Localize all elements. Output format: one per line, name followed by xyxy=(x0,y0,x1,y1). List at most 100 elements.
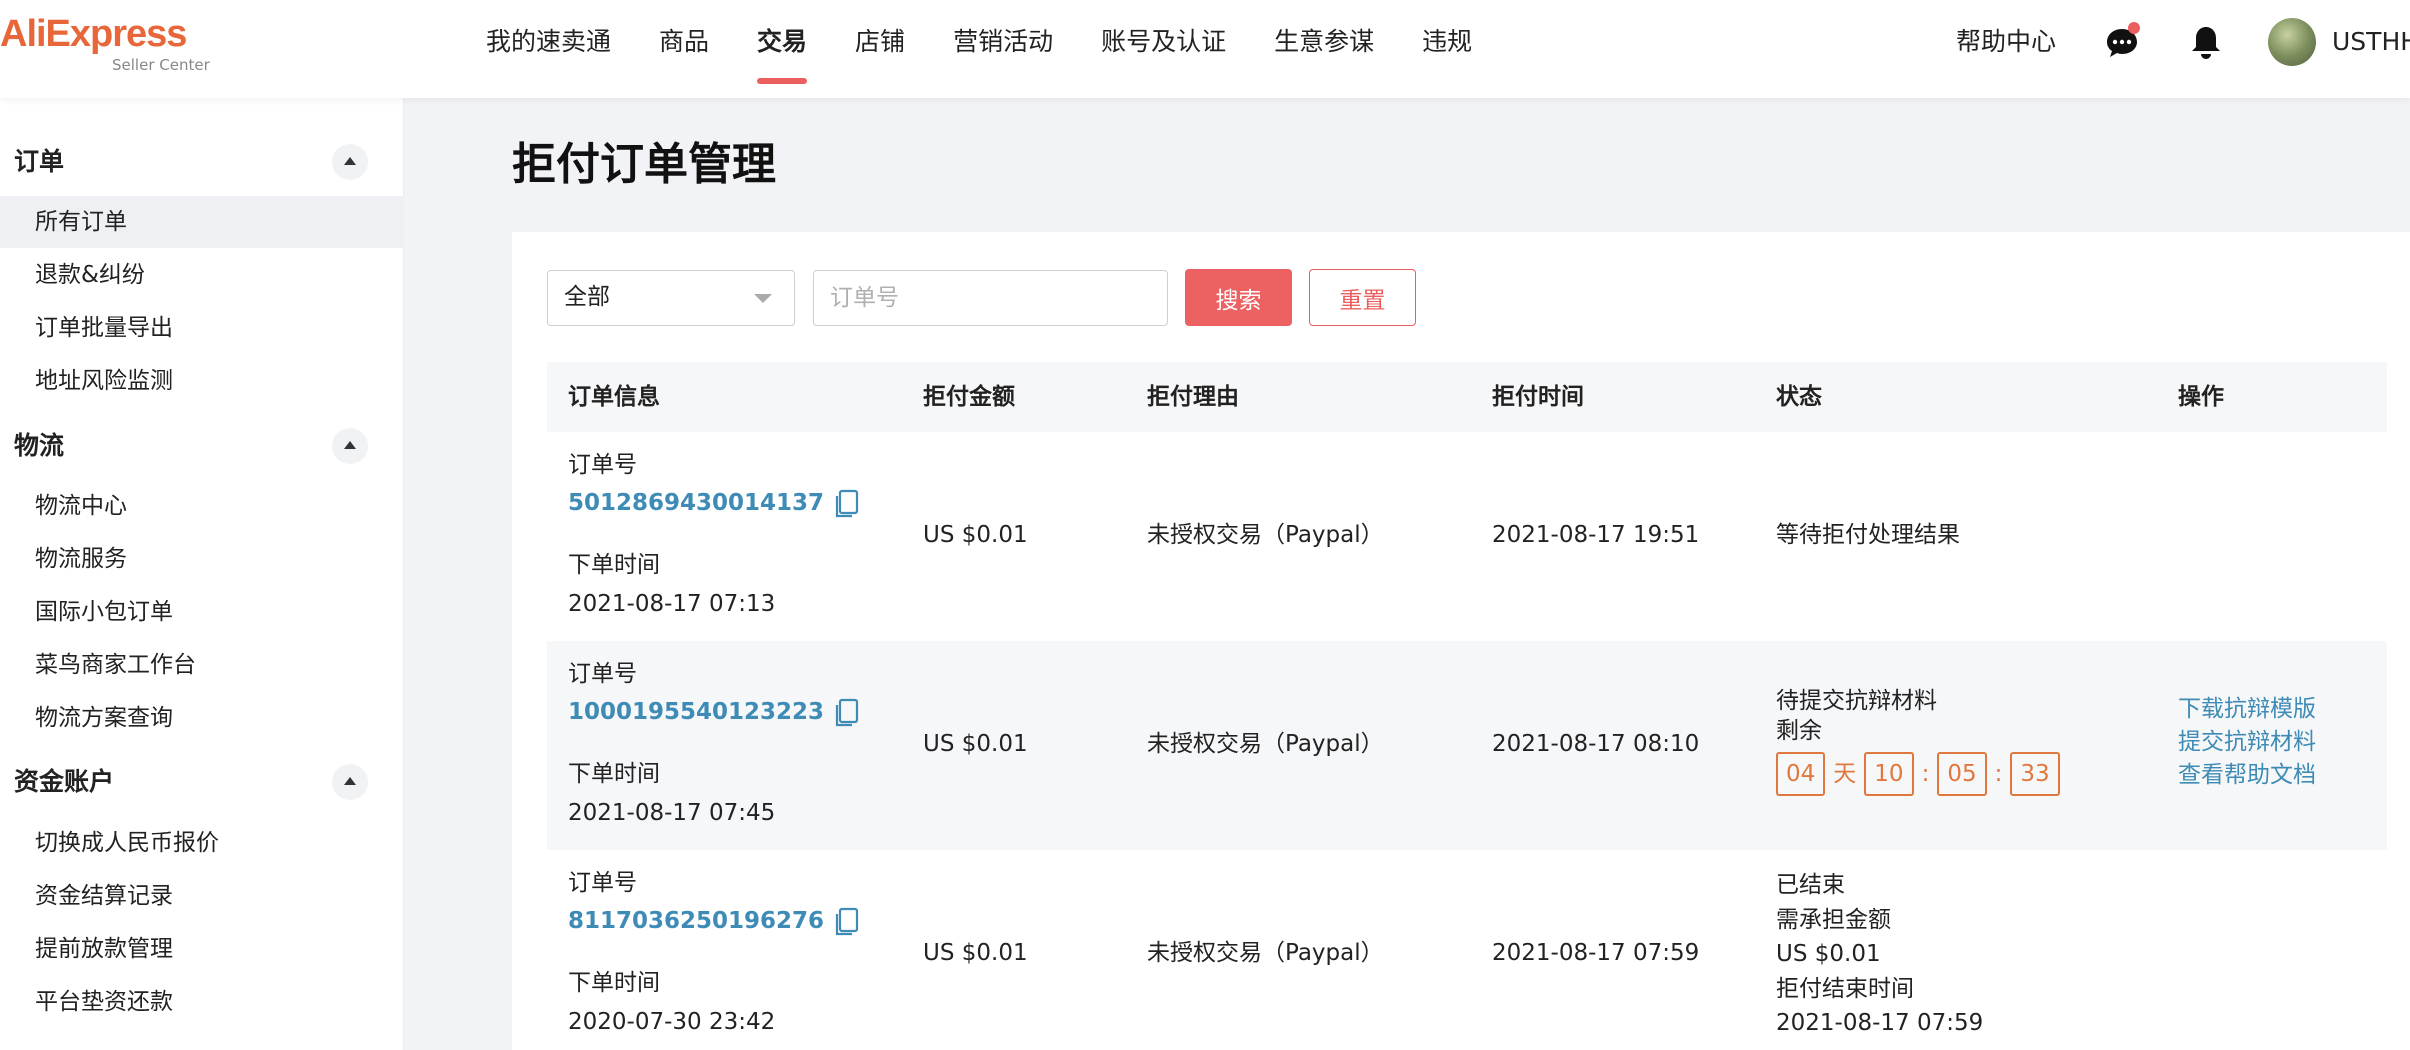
order-number-input[interactable] xyxy=(813,270,1168,326)
chargeback-amount: US $0.01 xyxy=(923,522,1028,548)
sidebar-item-all-orders[interactable]: 所有订单 xyxy=(0,196,404,248)
order-label: 订单号 xyxy=(568,452,637,478)
chargeback-amount: US $0.01 xyxy=(923,940,1028,966)
sidebar-item-logistics-services[interactable]: 物流服务 xyxy=(0,533,404,585)
nav-item-my-aliexpress[interactable]: 我的速卖通 xyxy=(486,0,611,98)
nav-item-violations[interactable]: 违规 xyxy=(1422,0,1472,98)
countdown-separator: : xyxy=(1994,761,2003,787)
page-title: 拒付订单管理 xyxy=(512,139,776,190)
order-number-cell: 8117036250196276 xyxy=(568,906,860,937)
chargeback-time: 2021-08-17 07:59 xyxy=(1492,940,1700,966)
download-defense-template-link[interactable]: 下载抗辩模版 xyxy=(2178,693,2316,726)
status-text: 待提交抗辩材料 xyxy=(1776,688,1937,714)
chevron-down-icon xyxy=(754,294,772,303)
chargeback-end-label: 拒付结束时间 xyxy=(1776,975,1914,1002)
sidebar-item-address-risk[interactable]: 地址风险监测 xyxy=(0,355,404,407)
chargeback-time: 2021-08-17 08:10 xyxy=(1492,731,1700,757)
aliexpress-logo[interactable]: AliExpress Seller Center xyxy=(0,13,210,74)
nav-item-business-advisor[interactable]: 生意参谋 xyxy=(1274,0,1374,98)
column-header-actions: 操作 xyxy=(2178,384,2224,410)
chat-bubble-icon[interactable] xyxy=(2102,22,2142,62)
status-select[interactable]: 全部 xyxy=(547,270,795,326)
sidebar-group-title: 资金账户 xyxy=(14,767,115,796)
order-number-link[interactable]: 5012869430014137 xyxy=(568,490,824,516)
logo-subtitle: Seller Center xyxy=(112,56,210,74)
liability-amount: US $0.01 xyxy=(1776,941,1881,967)
sidebar-item-advance-repayment[interactable]: 平台垫资还款 xyxy=(0,976,404,1028)
collapse-up-icon[interactable] xyxy=(332,764,368,800)
collapse-up-icon[interactable] xyxy=(332,428,368,464)
sidebar-group-title: 订单 xyxy=(14,147,65,176)
column-header-status: 状态 xyxy=(1776,384,1822,410)
sidebar-item-rmb-pricing[interactable]: 切换成人民币报价 xyxy=(0,817,404,869)
search-button[interactable]: 搜索 xyxy=(1185,269,1292,326)
status-text: 等待拒付处理结果 xyxy=(1776,522,1960,548)
sidebar-item-cainiao[interactable]: 菜鸟商家工作台 xyxy=(0,639,404,691)
main-nav: 我的速卖通 商品 交易 店铺 营销活动 账号及认证 生意参谋 违规 xyxy=(486,0,1520,98)
order-label: 订单号 xyxy=(568,870,637,896)
logo-wordmark: AliExpress xyxy=(0,13,187,55)
avatar[interactable] xyxy=(2268,18,2316,66)
table-row: 订单号 1000195540123223 下单时间 2021-08-17 07:… xyxy=(547,641,2387,850)
order-number-cell: 1000195540123223 xyxy=(568,697,860,728)
countdown-separator: : xyxy=(1921,761,1930,787)
order-number-link[interactable]: 8117036250196276 xyxy=(568,908,824,934)
chargeback-time: 2021-08-17 19:51 xyxy=(1492,522,1700,548)
placed-time: 2020-07-30 23:42 xyxy=(568,1009,776,1035)
column-header-time: 拒付时间 xyxy=(1492,384,1584,410)
countdown-minutes: 05 xyxy=(1937,752,1987,796)
copy-icon[interactable] xyxy=(834,907,860,937)
chargeback-reason: 未授权交易（Paypal） xyxy=(1147,940,1384,966)
countdown-days: 04 xyxy=(1776,752,1826,796)
submit-defense-materials-link[interactable]: 提交抗辩材料 xyxy=(2178,726,2316,759)
sidebar-group-funds[interactable]: 资金账户 xyxy=(14,762,370,802)
sidebar-item-logistics-plan[interactable]: 物流方案查询 xyxy=(0,692,404,744)
status-block: 待提交抗辩材料 剩余 04 天 10 : 05 : 33 xyxy=(1776,686,2060,796)
table-header: 订单信息 拒付金额 拒付理由 拒付时间 状态 操作 xyxy=(547,362,2387,432)
nav-item-marketing[interactable]: 营销活动 xyxy=(953,0,1053,98)
sidebar-item-logistics-center[interactable]: 物流中心 xyxy=(0,480,404,532)
chargeback-reason: 未授权交易（Paypal） xyxy=(1147,731,1384,757)
nav-item-products[interactable]: 商品 xyxy=(659,0,709,98)
sidebar-item-settlement-records[interactable]: 资金结算记录 xyxy=(0,870,404,922)
table-row: 订单号 8117036250196276 下单时间 2020-07-30 23:… xyxy=(547,850,2387,1050)
placed-time: 2021-08-17 07:45 xyxy=(568,800,776,826)
sidebar-item-refunds[interactable]: 退款&纠纷 xyxy=(0,249,404,301)
column-header-order-info: 订单信息 xyxy=(568,384,660,410)
placed-time-label: 下单时间 xyxy=(568,552,660,578)
remaining-label: 剩余 xyxy=(1776,718,1822,744)
placed-time: 2021-08-17 07:13 xyxy=(568,591,776,617)
nav-item-transactions[interactable]: 交易 xyxy=(757,0,808,98)
status-select-value: 全部 xyxy=(564,284,610,310)
bell-icon[interactable] xyxy=(2186,22,2226,62)
order-label: 订单号 xyxy=(568,661,637,687)
view-help-docs-link[interactable]: 查看帮助文档 xyxy=(2178,759,2316,792)
nav-item-store[interactable]: 店铺 xyxy=(855,0,905,98)
collapse-up-icon[interactable] xyxy=(332,144,368,180)
username[interactable]: USTHH xyxy=(2332,0,2410,84)
table-row: 订单号 5012869430014137 下单时间 2021-08-17 07:… xyxy=(547,432,2387,641)
order-number-link[interactable]: 1000195540123223 xyxy=(568,699,824,725)
chargeback-amount: US $0.01 xyxy=(923,731,1028,757)
sidebar-item-early-release[interactable]: 提前放款管理 xyxy=(0,923,404,975)
sidebar-group-logistics[interactable]: 物流 xyxy=(14,426,370,466)
sidebar-item-small-parcel[interactable]: 国际小包订单 xyxy=(0,586,404,638)
sidebar-item-order-export[interactable]: 订单批量导出 xyxy=(0,302,404,354)
placed-time-label: 下单时间 xyxy=(568,761,660,787)
countdown-timer: 04 天 10 : 05 : 33 xyxy=(1776,752,2060,796)
copy-icon[interactable] xyxy=(834,489,860,519)
actions-cell: 下载抗辩模版 提交抗辩材料 查看帮助文档 xyxy=(2178,693,2316,792)
help-center-link[interactable]: 帮助中心 xyxy=(1956,0,2056,84)
nav-item-account[interactable]: 账号及认证 xyxy=(1101,0,1226,98)
status-text: 已结束 xyxy=(1776,872,1845,898)
placed-time-label: 下单时间 xyxy=(568,970,660,996)
sidebar-group-title: 物流 xyxy=(14,431,65,460)
chargeback-end-time: 2021-08-17 07:59 xyxy=(1776,1010,1984,1036)
sidebar: 订单 所有订单 退款&纠纷 订单批量导出 地址风险监测 物流 物流中心 物流服务… xyxy=(0,98,404,1050)
chargeback-reason: 未授权交易（Paypal） xyxy=(1147,522,1384,548)
countdown-hours: 10 xyxy=(1864,752,1914,796)
sidebar-group-orders[interactable]: 订单 xyxy=(14,142,370,182)
reset-button[interactable]: 重置 xyxy=(1309,269,1416,326)
status-block: 已结束 需承担金额 US $0.01 拒付结束时间 2021-08-17 07:… xyxy=(1776,868,1983,1041)
copy-icon[interactable] xyxy=(834,698,860,728)
